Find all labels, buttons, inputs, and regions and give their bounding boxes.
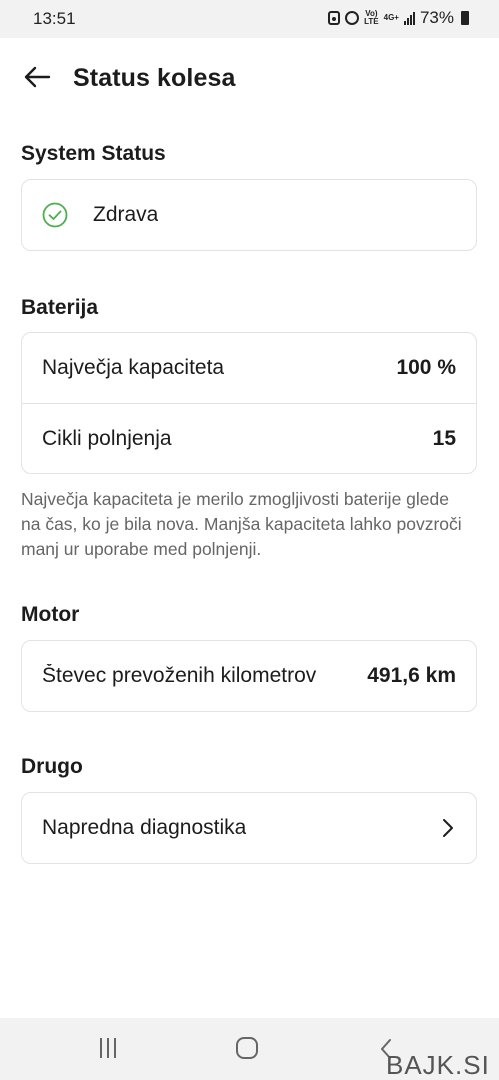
battery-saver-icon [328,11,341,25]
status-bar: 13:51 Vo) LTE 4G+ 73% [0,0,499,38]
battery-note: Največja kapaciteta je merilo zmogljivos… [21,489,462,559]
chevron-right-icon [440,817,456,839]
battery-card: Največja kapaciteta 100 % Cikli polnjenj… [21,332,477,474]
status-time: 13:51 [33,9,76,28]
system-status-value: Zdrava [93,203,159,226]
page-title: Status kolesa [73,64,236,92]
battery-heading: Baterija [21,296,99,319]
app-header: Status kolesa [0,38,499,120]
battery-percent: 73% [419,8,454,27]
battery-capacity-value: 100 % [396,356,456,379]
home-icon[interactable] [236,1037,258,1059]
status-icons: Vo) LTE 4G+ 73% [328,8,469,28]
volte-bottom-label: LTE [364,17,379,26]
back-button[interactable] [20,60,54,94]
recents-icon[interactable] [97,1038,119,1060]
advanced-diagnostics-label: Napredna diagnostika [42,816,247,839]
battery-icon [461,11,469,25]
alarm-icon [345,11,360,25]
odometer-value: 491,6 km [367,664,456,687]
signal-icon [403,11,415,25]
charge-cycles-row: Cikli polnjenja 15 [22,403,476,473]
battery-capacity-label: Največja kapaciteta [42,356,225,379]
other-heading: Drugo [21,755,83,778]
charge-cycles-value: 15 [432,426,456,450]
system-status-heading: System Status [21,142,166,165]
arrow-left-icon [24,66,51,88]
battery-capacity-row: Največja kapaciteta 100 % [22,333,476,403]
motor-heading: Motor [21,603,80,626]
motor-card: Števec prevoženih kilometrov 491,6 km [21,640,477,712]
advanced-diagnostics-row[interactable]: Napredna diagnostika [22,793,476,863]
check-circle-icon [42,202,68,228]
charge-cycles-label: Cikli polnjenja [42,426,172,450]
other-card: Napredna diagnostika [21,792,477,864]
odometer-label: Števec prevoženih kilometrov [42,664,317,687]
odometer-row: Števec prevoženih kilometrov 491,6 km [22,641,476,711]
volte-icon: Vo) LTE [364,10,379,26]
watermark: BAJK.SI [386,1050,490,1080]
4g-plus-icon: 4G+ [383,13,399,22]
system-status-card: Zdrava [21,179,477,251]
system-status-row: Zdrava [22,180,476,250]
